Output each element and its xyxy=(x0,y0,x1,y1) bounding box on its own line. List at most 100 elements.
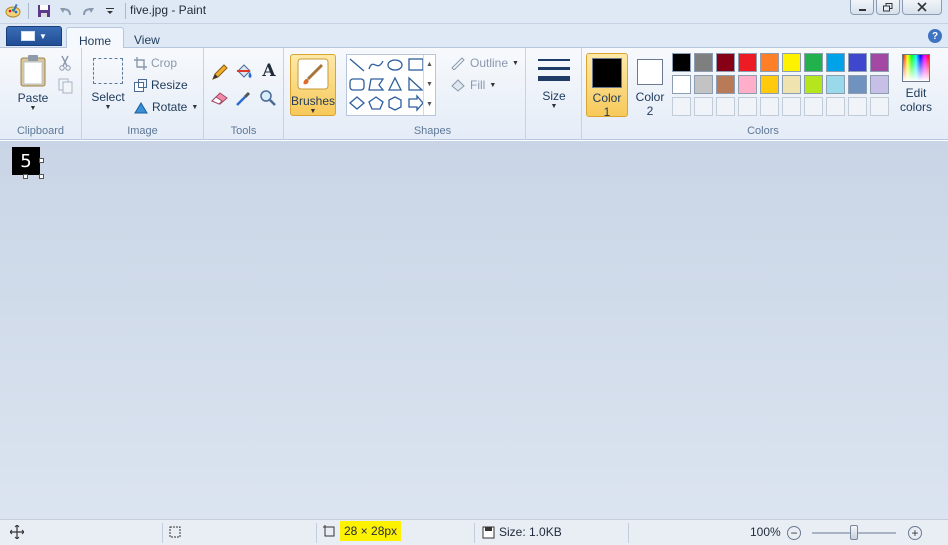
tab-view[interactable]: View xyxy=(122,27,172,49)
color2-number: 2 xyxy=(646,104,654,118)
close-button[interactable] xyxy=(902,0,942,15)
color2-label: Color xyxy=(635,90,665,104)
tab-home[interactable]: Home xyxy=(66,27,125,49)
palette-swatch[interactable] xyxy=(848,53,867,72)
eraser-icon[interactable] xyxy=(210,88,232,108)
status-bar: 28 × 28px Size: 1.0KB 100% − + xyxy=(0,519,948,545)
palette-swatch[interactable] xyxy=(782,75,801,94)
selection-size-icon xyxy=(168,525,182,539)
dimensions-text: 28 × 28px xyxy=(340,521,402,541)
edit-colors-label-1: Edit xyxy=(905,86,927,100)
cursor-position-icon xyxy=(10,525,24,539)
pencil-icon[interactable] xyxy=(210,62,232,82)
resize-button[interactable]: Resize xyxy=(134,78,188,92)
custom-color-slot[interactable] xyxy=(782,97,801,116)
crop-button[interactable]: Crop xyxy=(134,56,177,70)
cut-icon[interactable] xyxy=(58,55,72,74)
rotate-label: Rotate xyxy=(152,100,188,114)
restore-button[interactable] xyxy=(876,0,900,15)
minimize-button[interactable] xyxy=(850,0,874,15)
palette-swatch[interactable] xyxy=(672,75,691,94)
resize-handle-corner[interactable] xyxy=(39,174,44,179)
clipboard-group-label: Clipboard xyxy=(16,125,65,137)
size-label: Size xyxy=(542,89,566,103)
rotate-icon xyxy=(134,101,148,113)
palette-swatch[interactable] xyxy=(826,75,845,94)
resize-handle-right[interactable] xyxy=(39,158,44,163)
custom-color-slot[interactable] xyxy=(870,97,889,116)
custom-color-slot[interactable] xyxy=(848,97,867,116)
shapes-gallery[interactable]: ▲ ▼ ▼ xyxy=(346,54,436,116)
fill-bucket-icon[interactable] xyxy=(234,62,256,82)
palette-swatch[interactable] xyxy=(848,75,867,94)
color1-button[interactable]: Color 1 xyxy=(586,53,628,119)
palette-swatch[interactable] xyxy=(760,53,779,72)
color-picker-icon[interactable] xyxy=(234,88,256,108)
zoom-slider-thumb[interactable] xyxy=(850,525,858,540)
brushes-label: Brushes xyxy=(291,94,336,108)
palette-swatch[interactable] xyxy=(804,53,823,72)
custom-color-slot[interactable] xyxy=(694,97,713,116)
custom-color-slot[interactable] xyxy=(804,97,823,116)
fill-button[interactable]: Fill ▼ xyxy=(450,78,496,92)
palette-swatch[interactable] xyxy=(870,53,889,72)
copy-icon[interactable] xyxy=(58,78,74,97)
size-button[interactable]: Size ▼ xyxy=(532,56,576,110)
outline-button[interactable]: Outline ▼ xyxy=(450,56,519,70)
color2-button[interactable]: Color 2 xyxy=(630,53,670,118)
palette-swatch[interactable] xyxy=(716,75,735,94)
redo-icon[interactable] xyxy=(79,2,97,20)
select-button[interactable]: Select ▼ xyxy=(90,56,126,111)
crop-label: Crop xyxy=(151,56,178,70)
chevron-down-icon: ▼ xyxy=(104,104,112,111)
custom-color-slot[interactable] xyxy=(716,97,735,116)
custom-color-slot[interactable] xyxy=(672,97,691,116)
palette-swatch[interactable] xyxy=(738,75,757,94)
zoom-in-button[interactable]: + xyxy=(908,526,922,540)
divider xyxy=(474,523,475,543)
palette-swatch[interactable] xyxy=(672,53,691,72)
zoom-out-button[interactable]: − xyxy=(787,526,801,540)
rainbow-icon xyxy=(902,54,930,82)
resize-handle-bottom[interactable] xyxy=(23,174,28,179)
help-icon[interactable]: ? xyxy=(928,29,942,43)
paint-menu-button[interactable]: ▼ xyxy=(6,26,62,46)
brushes-button[interactable]: Brushes ▼ xyxy=(290,54,336,116)
chevron-down-icon: ▼ xyxy=(550,103,558,110)
palette-swatch[interactable] xyxy=(716,53,735,72)
palette-swatch[interactable] xyxy=(782,53,801,72)
divider xyxy=(28,3,29,19)
palette-swatch[interactable] xyxy=(870,75,889,94)
chevron-down-icon: ▼ xyxy=(39,31,47,41)
resize-icon xyxy=(134,78,147,92)
canvas-workspace[interactable]: 5 xyxy=(0,141,948,519)
custom-color-slot[interactable] xyxy=(826,97,845,116)
chevron-down-icon: ▼ xyxy=(512,59,519,67)
image-group: Select ▼ Crop Resize Rotate ▼ Image xyxy=(82,48,204,140)
disk-icon xyxy=(482,526,495,538)
window-title: five.jpg - Paint xyxy=(130,3,207,17)
canvas-image[interactable]: 5 xyxy=(12,147,40,175)
undo-icon[interactable] xyxy=(57,2,75,20)
custom-color-slot[interactable] xyxy=(760,97,779,116)
rotate-button[interactable]: Rotate ▼ xyxy=(134,100,198,114)
shapes-group-label: Shapes xyxy=(413,125,452,137)
palette-swatch[interactable] xyxy=(804,75,823,94)
palette-swatch[interactable] xyxy=(738,53,757,72)
custom-color-slot[interactable] xyxy=(738,97,757,116)
file-size-text: Size: 1.0KB xyxy=(499,525,562,539)
ribbon-tab-row: ▼ Home View ? xyxy=(0,24,948,49)
palette-swatch[interactable] xyxy=(694,53,713,72)
paint-app-icon[interactable] xyxy=(4,2,22,20)
palette-swatch[interactable] xyxy=(694,75,713,94)
palette-swatch[interactable] xyxy=(760,75,779,94)
divider xyxy=(628,523,629,543)
paste-button[interactable]: Paste ▼ xyxy=(14,54,52,116)
save-icon[interactable] xyxy=(35,2,53,20)
magnifier-icon[interactable] xyxy=(258,88,280,108)
gallery-scroll[interactable]: ▲ ▼ ▼ xyxy=(423,55,435,115)
text-tool-icon[interactable]: A xyxy=(258,61,280,81)
edit-colors-button[interactable]: Edit colors xyxy=(894,54,938,114)
palette-swatch[interactable] xyxy=(826,53,845,72)
customize-qat-dropdown-icon[interactable] xyxy=(101,2,119,20)
